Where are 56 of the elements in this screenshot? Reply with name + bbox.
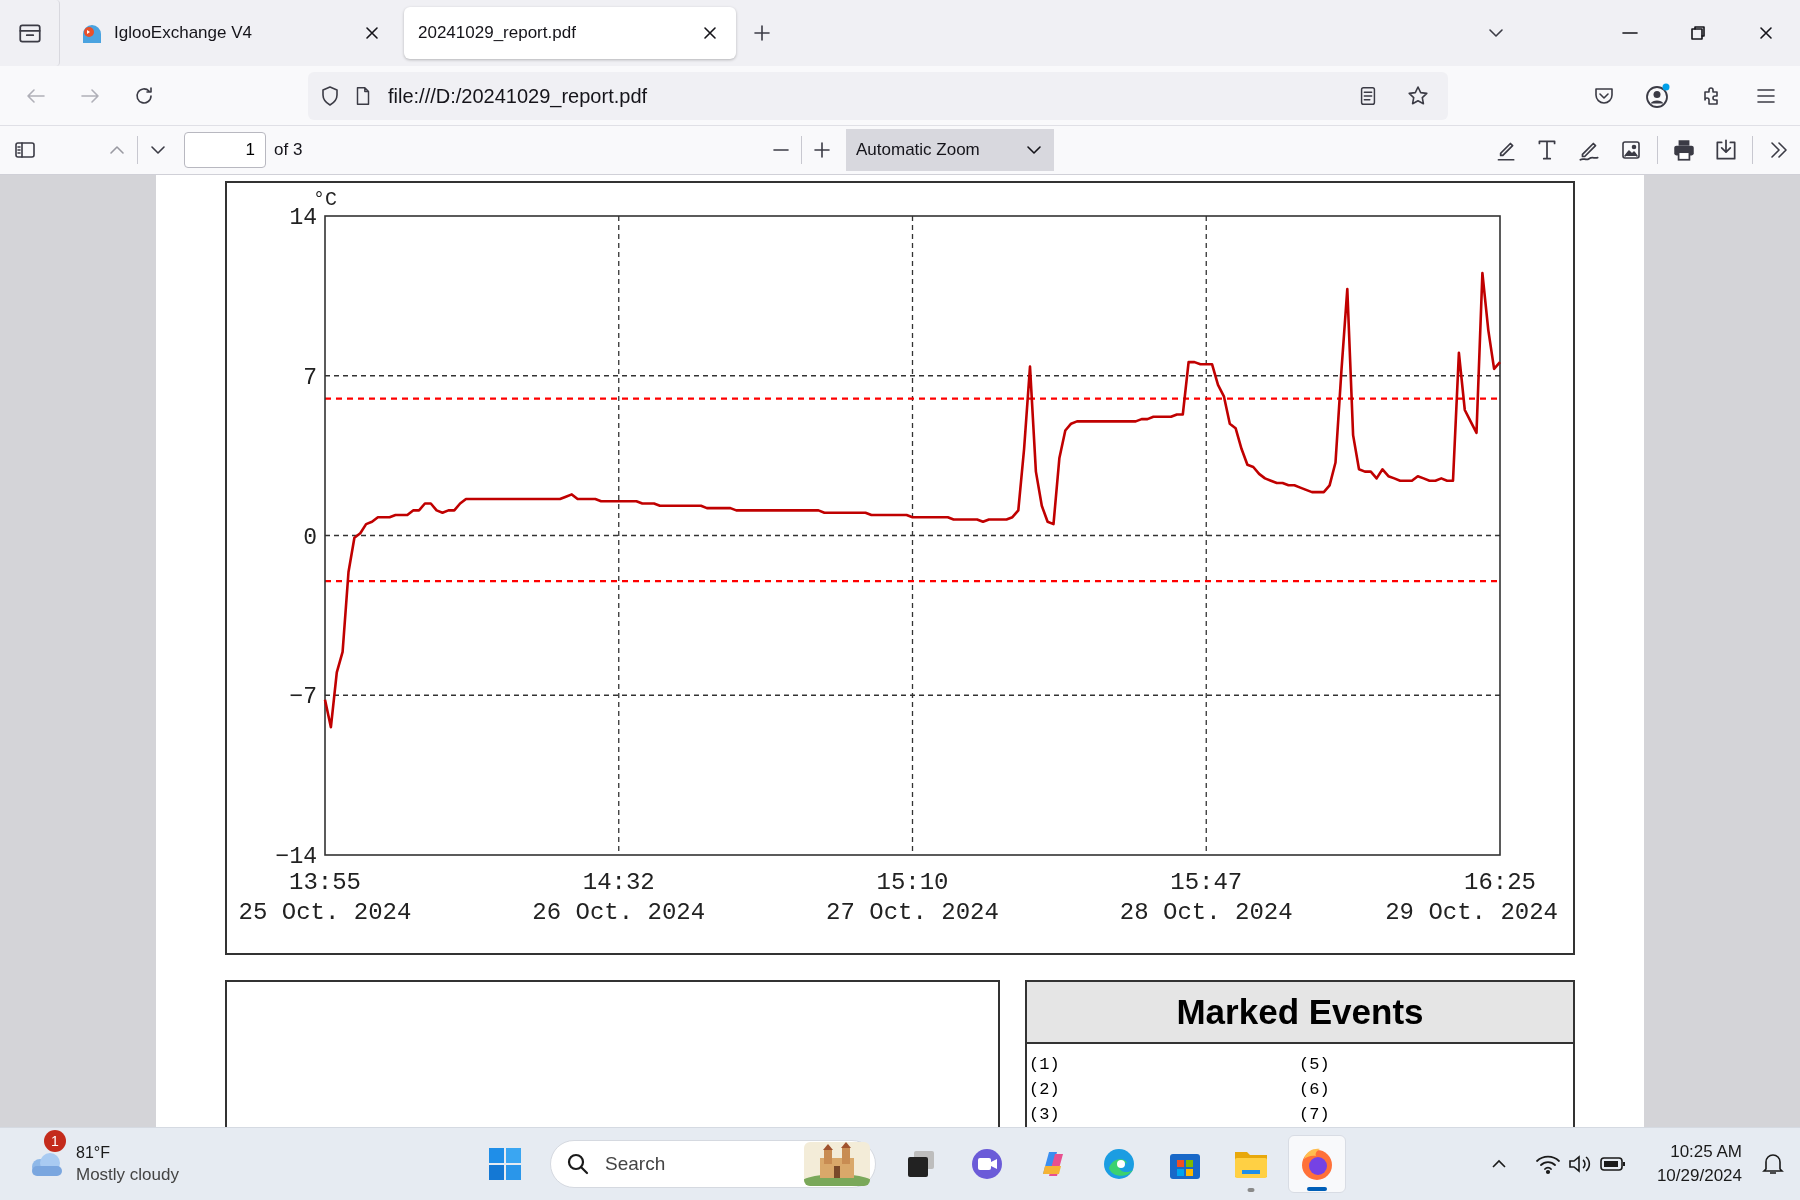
date-label: 28 Oct. 2024 [1119, 899, 1293, 926]
close-tab-icon [702, 25, 718, 41]
date-label: 26 Oct. 2024 [532, 899, 706, 926]
y-axis-label: −7 [289, 684, 317, 711]
volume-icon[interactable] [1566, 1153, 1593, 1175]
minimize-icon [1622, 32, 1638, 34]
zoom-in-icon [812, 140, 832, 160]
start-icon [487, 1146, 523, 1182]
browser-tab[interactable]: IglooExchange V4 [66, 7, 398, 59]
event-label: (1) [1029, 1054, 1061, 1076]
x-axis-label: 15:47 [1170, 869, 1243, 896]
account-icon [1644, 81, 1672, 110]
close-window-icon [1758, 25, 1774, 41]
meet-icon [969, 1146, 1005, 1182]
firefox-taskbar-button[interactable] [1288, 1135, 1346, 1193]
x-axis-label: 14:32 [582, 869, 655, 896]
date-label: 25 Oct. 2024 [238, 899, 412, 926]
x-axis-label: 13:55 [289, 869, 361, 896]
y-axis-label: 7 [303, 364, 317, 391]
close-tab-icon [364, 25, 380, 41]
restore-icon [1689, 24, 1707, 42]
weather-temperature: 81°F [76, 1143, 111, 1163]
page-count: of 3 [274, 139, 303, 162]
event-label: (5) [1299, 1054, 1331, 1076]
url-text: file:///D:/20241029_report.pdf [388, 83, 649, 110]
browser-tab[interactable]: 20241029_report.pdf [404, 7, 736, 59]
battery-icon[interactable] [1598, 1154, 1627, 1174]
x-axis-label: 16:25 [1464, 869, 1536, 896]
events-title: Marked Events [1176, 990, 1424, 1033]
edge-icon [1101, 1146, 1137, 1182]
event-label: (2) [1029, 1079, 1061, 1101]
add-image-icon [1619, 138, 1643, 162]
y-axis-label: −14 [275, 844, 317, 870]
clock-date[interactable]: 10/29/2024 [1656, 1164, 1742, 1188]
save-icon [1713, 137, 1739, 163]
address-bar[interactable]: file:///D:/20241029_report.pdf [308, 71, 1448, 120]
zoom-select[interactable]: Automatic Zoom [846, 129, 1054, 171]
new-tab-icon [752, 23, 772, 43]
notification-bell-icon[interactable] [1760, 1151, 1786, 1177]
clock-time[interactable]: 10:25 AM [1670, 1140, 1742, 1164]
weather-condition: Mostly cloudy [76, 1164, 179, 1186]
tab-title: 20241029_report.pdf [418, 22, 577, 45]
page-number-field[interactable]: 1 [184, 132, 266, 168]
date-label: 29 Oct. 2024 [1385, 899, 1558, 926]
date-label: 27 Oct. 2024 [826, 899, 999, 926]
print-icon [1671, 137, 1697, 163]
y-axis-label: 0 [303, 524, 317, 551]
event-label: (3) [1029, 1104, 1061, 1126]
event-label: (6) [1299, 1079, 1331, 1101]
search-icon [566, 1152, 590, 1176]
x-axis-label: 15:10 [876, 869, 949, 896]
bookmark-star-icon [1406, 83, 1430, 108]
event-label: (7) [1299, 1104, 1331, 1126]
notification-badge: 1 [44, 1130, 66, 1152]
tab-title: IglooExchange V4 [114, 22, 253, 45]
wifi-icon[interactable] [1534, 1153, 1561, 1175]
